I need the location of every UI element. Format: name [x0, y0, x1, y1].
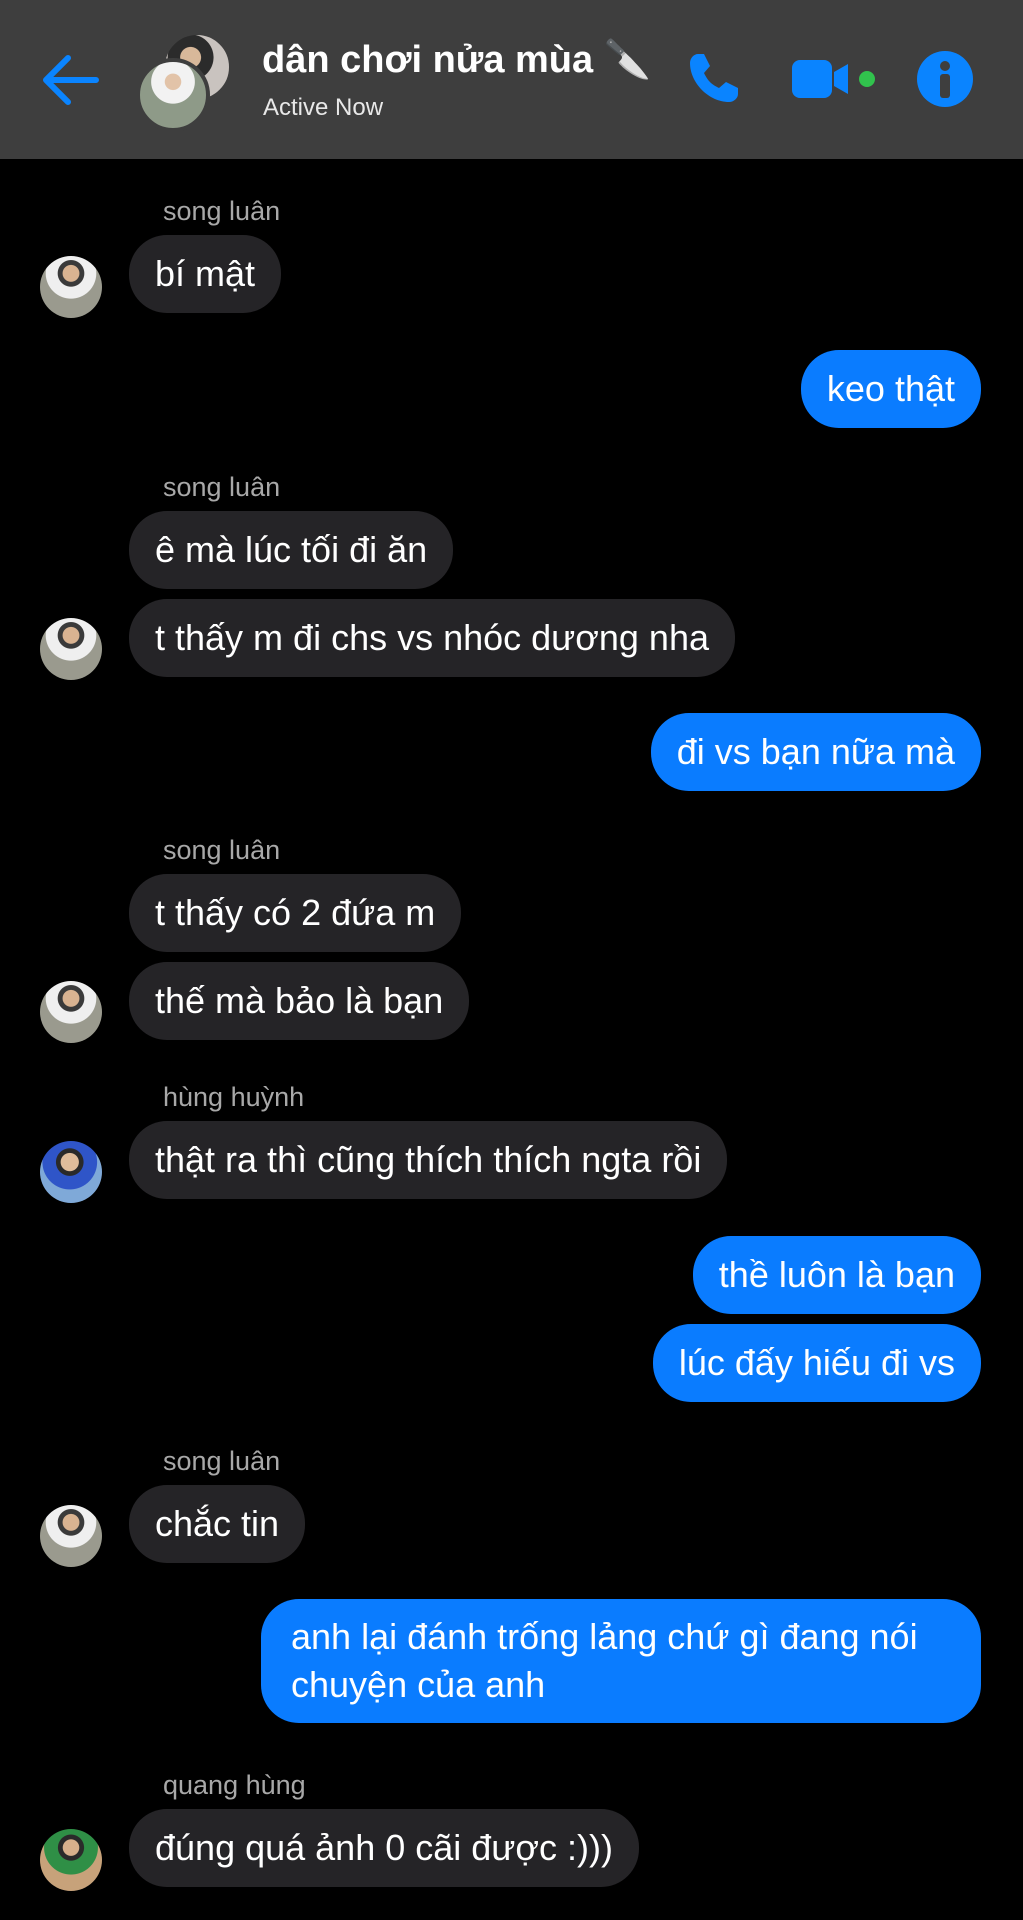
- phone-icon: [690, 54, 738, 102]
- outgoing-message[interactable]: lúc đấy hiếu đi vs: [652, 1324, 981, 1402]
- outgoing-message[interactable]: keo thật: [800, 350, 981, 428]
- outgoing-message[interactable]: thề luôn là bạn: [692, 1236, 981, 1314]
- incoming-message[interactable]: t thấy có 2 đứa m: [129, 874, 462, 952]
- incoming-message[interactable]: thế mà bảo là bạn: [129, 962, 470, 1040]
- info-icon: [917, 51, 973, 107]
- incoming-message[interactable]: ê mà lúc tối đi ăn: [129, 511, 454, 589]
- sender-name: song luân: [163, 472, 281, 502]
- avatar[interactable]: [40, 1505, 102, 1567]
- avatar[interactable]: [40, 1829, 102, 1891]
- outgoing-message[interactable]: anh lại đánh trống lảng chứ gì đang nói …: [261, 1599, 981, 1723]
- chat-title[interactable]: dân chơi nửa mùa 🔪: [262, 38, 651, 82]
- info-button[interactable]: [916, 50, 974, 108]
- chat-header: dân chơi nửa mùa 🔪 Active Now: [0, 0, 1023, 159]
- call-button[interactable]: [686, 50, 742, 106]
- back-button[interactable]: [40, 52, 100, 108]
- sender-name: song luân: [163, 1446, 281, 1476]
- avatar[interactable]: [40, 1141, 102, 1203]
- sender-name: song luân: [163, 196, 281, 226]
- incoming-message[interactable]: t thấy m đi chs vs nhóc dương nha: [129, 599, 735, 677]
- back-arrow-icon: [43, 55, 99, 105]
- incoming-message[interactable]: chắc tin: [129, 1485, 306, 1563]
- sender-name: hùng huỳnh: [163, 1082, 305, 1112]
- member-avatar: [136, 58, 210, 132]
- video-camera-icon: [792, 60, 875, 98]
- sender-name: song luân: [163, 835, 281, 865]
- active-status: Active Now: [263, 94, 384, 121]
- avatar[interactable]: [40, 618, 102, 680]
- avatar[interactable]: [40, 256, 102, 318]
- incoming-message[interactable]: đúng quá ảnh 0 cãi được :))): [129, 1809, 639, 1887]
- incoming-message[interactable]: thật ra thì cũng thích thích ngta rồi: [129, 1121, 728, 1199]
- group-avatar[interactable]: [136, 28, 236, 132]
- video-call-button[interactable]: [792, 58, 878, 100]
- sender-name: quang hùng: [163, 1770, 306, 1800]
- outgoing-message[interactable]: đi vs bạn nữa mà: [650, 713, 981, 791]
- avatar[interactable]: [40, 981, 102, 1043]
- incoming-message[interactable]: bí mật: [129, 235, 282, 313]
